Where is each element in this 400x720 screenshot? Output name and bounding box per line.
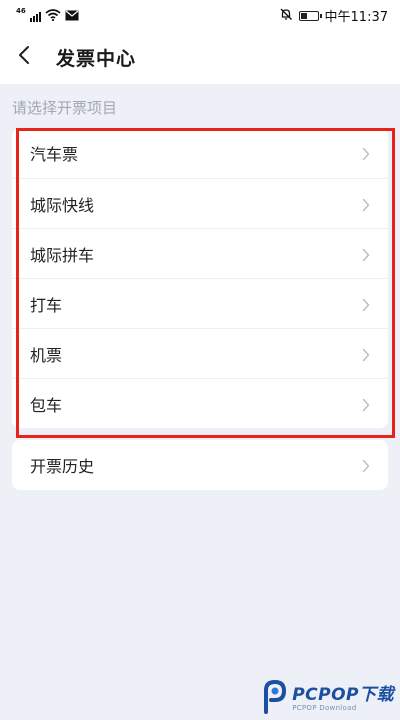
- watermark-text: PCPOP下载 PCPOP Download: [292, 686, 394, 712]
- chevron-right-icon: [362, 197, 370, 212]
- status-time: 中午11:37: [324, 10, 388, 25]
- chevron-left-icon: [18, 45, 30, 69]
- list-item-label: 汽车票: [30, 145, 79, 164]
- back-button[interactable]: [8, 41, 40, 73]
- status-right: 中午11:37: [279, 6, 388, 25]
- invoice-item-list: 汽车票 城际快线 城际拼车 打车 机票 包车: [12, 128, 388, 428]
- list-item-label: 城际拼车: [30, 245, 95, 265]
- list-item-label: 机票: [30, 345, 63, 365]
- status-left: 46: [16, 6, 79, 25]
- section-label: 请选择开票项目: [12, 99, 118, 117]
- invoice-history-item[interactable]: 开票历史: [12, 440, 388, 490]
- list-item-intercity-carpool[interactable]: 城际拼车: [12, 228, 388, 278]
- watermark-sub: PCPOP Download: [292, 704, 357, 712]
- bell-off-icon: [279, 7, 293, 25]
- watermark-brand: PCPOP下载: [292, 685, 394, 705]
- list-item-bus-ticket[interactable]: 汽车票: [12, 128, 388, 178]
- wifi-icon: [45, 6, 61, 25]
- battery-level: [300, 12, 307, 19]
- status-bar: 46 中午11:37: [0, 0, 400, 30]
- list-item-label: 包车: [30, 395, 63, 415]
- page-title: 发票中心: [56, 48, 137, 70]
- chevron-right-icon: [362, 297, 370, 312]
- battery-icon: [298, 10, 322, 21]
- app-header: 发票中心: [0, 30, 400, 84]
- chevron-right-icon: [362, 347, 370, 362]
- list-item-label: 城际快线: [30, 195, 95, 215]
- list-item-charter-car[interactable]: 包车: [12, 378, 388, 428]
- mail-icon: [65, 6, 79, 25]
- signal-icon: [29, 10, 41, 22]
- pcpop-logo-icon: [262, 679, 288, 718]
- chevron-right-icon: [362, 458, 370, 473]
- network-type-label: 46: [16, 7, 26, 15]
- chevron-right-icon: [362, 397, 370, 412]
- list-item-taxi[interactable]: 打车: [12, 278, 388, 328]
- invoice-history-label: 开票历史: [30, 457, 95, 476]
- watermark: PCPOP下载 PCPOP Download: [262, 679, 394, 718]
- chevron-right-icon: [362, 247, 370, 262]
- list-item-air-ticket[interactable]: 机票: [12, 328, 388, 378]
- invoice-history-card: 开票历史: [12, 440, 388, 490]
- list-item-label: 打车: [30, 295, 63, 315]
- chevron-right-icon: [362, 146, 370, 161]
- list-item-intercity-express[interactable]: 城际快线: [12, 178, 388, 228]
